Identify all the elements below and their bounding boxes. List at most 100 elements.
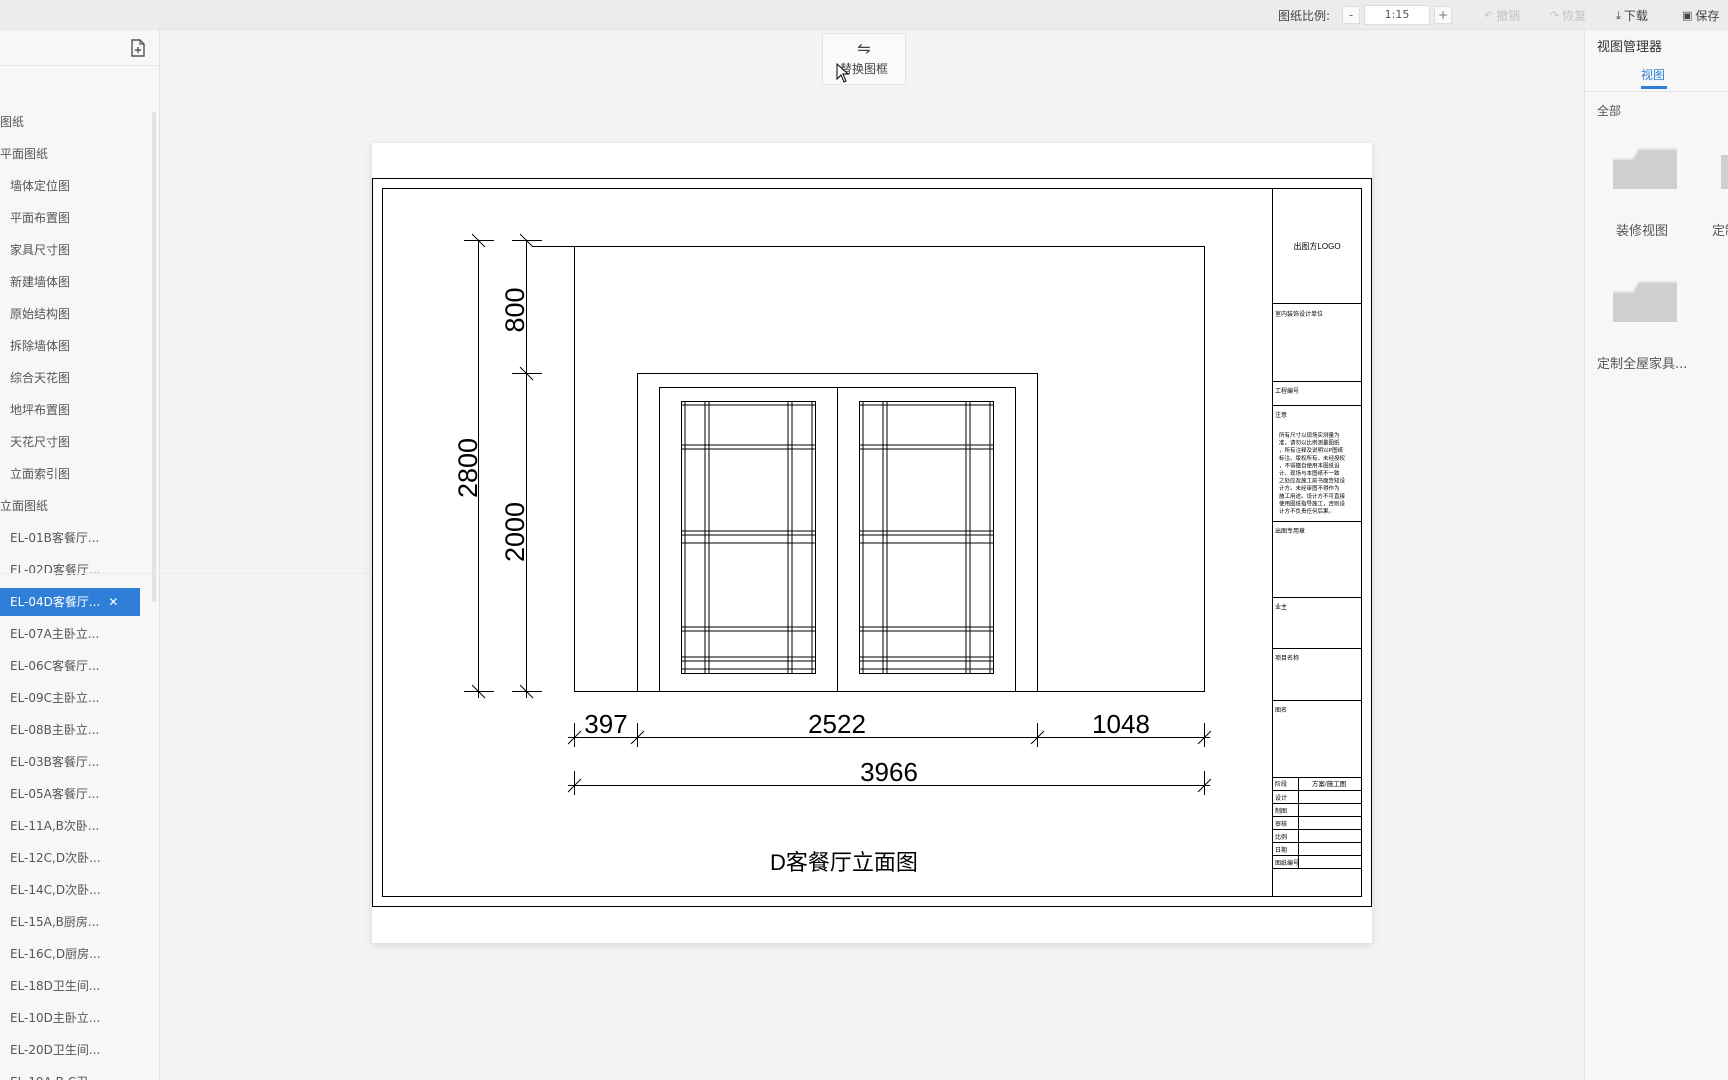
- redo-icon: ↷: [1550, 9, 1560, 22]
- tree-item-label: EL-06C客餐厅...: [10, 659, 100, 673]
- tree-group[interactable]: 图纸: [0, 108, 24, 136]
- tab-views[interactable]: 视图: [1641, 66, 1665, 83]
- tb-note-line: ，所有注释及说明以P图纸: [1279, 446, 1344, 454]
- tree-item[interactable]: 地坪布置图: [0, 396, 140, 424]
- tree-item[interactable]: EL-01B客餐厅...: [0, 524, 140, 552]
- tb-row-label: 比例: [1275, 833, 1287, 841]
- tree-item-label: EL-14C,D次卧...: [10, 883, 101, 897]
- tree-item-label: 综合天花图: [10, 371, 71, 385]
- scale-input[interactable]: 1:15: [1364, 5, 1430, 25]
- tree-item-label: 原始结构图: [10, 307, 71, 321]
- folder-label-custom[interactable]: 定制: [1712, 220, 1728, 239]
- drawing-list-sidebar: 图纸平面图纸墙体定位图平面布置图家具尺寸图新建墙体图原始结构图拆除墙体图综合天花…: [0, 30, 160, 1080]
- tree-item[interactable]: EL-03B客餐厅...: [0, 748, 140, 776]
- tree-item-label: 家具尺寸图: [10, 243, 71, 257]
- tree-item[interactable]: EL-07A主卧立...: [0, 620, 140, 648]
- tb-note-line: 计。现场与本图纸不一致: [1279, 469, 1340, 477]
- tree-item[interactable]: EL-11A,B次卧...: [0, 812, 140, 840]
- mouse-cursor-icon: [836, 63, 850, 83]
- tree-item[interactable]: 墙体定位图: [0, 172, 140, 200]
- dim-right-width: 1048: [1092, 709, 1150, 739]
- top-toolbar: 图纸比例: - 1:15 + ↶ 撤销 ↷ 恢复 ⤓ 下载 ▣ 保存: [0, 0, 1728, 30]
- tree-item[interactable]: EL-02D客餐厅...: [0, 556, 140, 584]
- tree-item[interactable]: EL-04D客餐厅... ✕: [0, 588, 140, 616]
- tree-item[interactable]: 综合天花图: [0, 364, 140, 392]
- filter-all[interactable]: 全部: [1597, 102, 1621, 119]
- tree-item-label: EL-09C主卧立...: [10, 691, 100, 705]
- right-door-panel: [859, 401, 994, 674]
- tree-item[interactable]: EL-12C,D次卧...: [0, 844, 140, 872]
- tree-item[interactable]: EL-19A,B,C卫...: [0, 1068, 140, 1080]
- view-manager-title: 视图管理器: [1597, 40, 1663, 55]
- tree-item-label: 平面布置图: [10, 211, 71, 225]
- tree-item[interactable]: EL-05A客餐厅...: [0, 780, 140, 808]
- tree-item[interactable]: 原始结构图: [0, 300, 140, 328]
- new-file-icon[interactable]: [130, 39, 146, 57]
- folder-icon[interactable]: [1613, 145, 1677, 193]
- tb-drawing-name: 图名: [1275, 706, 1287, 714]
- tree-item[interactable]: EL-08B主卧立...: [0, 716, 140, 744]
- tree-item[interactable]: 立面索引图: [0, 460, 140, 488]
- tb-note-line: 所有尺寸以现场实测量为: [1279, 431, 1340, 439]
- tree-item[interactable]: EL-15A,B厨房...: [0, 908, 140, 936]
- undo-label: 撤销: [1496, 9, 1521, 23]
- download-button[interactable]: ⤓ 下载: [1616, 7, 1648, 24]
- close-icon[interactable]: ✕: [108, 588, 118, 616]
- undo-icon: ↶: [1484, 9, 1494, 22]
- tb-note-line: 之处应及施工前书面告知设: [1279, 477, 1346, 485]
- tb-note-line: 标注。版权所有，未经授权: [1279, 454, 1346, 462]
- dim-lower-height: 2000: [500, 502, 530, 562]
- tree-item[interactable]: 平面布置图: [0, 204, 140, 232]
- redo-label: 恢复: [1562, 9, 1587, 23]
- tree-item[interactable]: 新建墙体图: [0, 268, 140, 296]
- dim-upper-height: 800: [500, 287, 530, 332]
- tree-item[interactable]: 家具尺寸图: [0, 236, 140, 264]
- tree-item-label: 天花尺寸图: [10, 435, 71, 449]
- folder-icon[interactable]: [1721, 145, 1728, 193]
- tree-item[interactable]: EL-09C主卧立...: [0, 684, 140, 712]
- tree-group[interactable]: 平面图纸: [0, 140, 48, 168]
- tree-item[interactable]: EL-18D卫生间...: [0, 972, 140, 1000]
- tree-item[interactable]: EL-10D主卧立...: [0, 1004, 140, 1032]
- tree-item-label: EL-15A,B厨房...: [10, 915, 100, 929]
- tree-item[interactable]: EL-06C客餐厅...: [0, 652, 140, 680]
- tree-item[interactable]: 拆除墙体图: [0, 332, 140, 360]
- tree-group[interactable]: 立面图纸: [0, 492, 48, 520]
- tree-item-label: EL-11A,B次卧...: [10, 819, 100, 833]
- tree-item-label: EL-05A客餐厅...: [10, 787, 100, 801]
- download-label: 下载: [1623, 9, 1648, 23]
- tree-item-label: 立面图纸: [0, 499, 49, 513]
- redo-button[interactable]: ↷ 恢复: [1550, 7, 1586, 24]
- sidebar-header: [0, 30, 159, 66]
- tree-item[interactable]: EL-20D卫生间...: [0, 1036, 140, 1064]
- drawing-paper[interactable]: 2800 800 2000 397 2522 1048 3966 D客餐厅立面图…: [372, 143, 1372, 943]
- tree-item-label: 新建墙体图: [10, 275, 71, 289]
- replace-frame-button[interactable]: ⇋ 替换图框: [822, 33, 906, 85]
- tb-row-label: 图纸编号: [1275, 859, 1299, 867]
- save-label: 保存: [1695, 9, 1720, 23]
- tree-item-label: EL-04D客餐厅...: [10, 595, 101, 609]
- save-button[interactable]: ▣ 保存: [1682, 7, 1719, 24]
- dim-total-height: 2800: [453, 438, 483, 498]
- tree-item[interactable]: EL-14C,D次卧...: [0, 876, 140, 904]
- tb-design-unit: 室内装饰设计单位: [1275, 310, 1323, 318]
- tb-note-line: 施工用途。设计方不可直接: [1279, 492, 1346, 500]
- undo-button[interactable]: ↶ 撤销: [1484, 7, 1520, 24]
- tree-item[interactable]: 天花尺寸图: [0, 428, 140, 456]
- scale-increase-button[interactable]: +: [1434, 6, 1452, 24]
- tb-row-label: 设计: [1275, 794, 1287, 802]
- folder-label-custom-furniture[interactable]: 定制全屋家具...: [1597, 353, 1687, 372]
- scale-decrease-button[interactable]: -: [1342, 6, 1360, 24]
- wall-outline: [574, 246, 1205, 692]
- folder-icon[interactable]: [1613, 278, 1677, 326]
- tree-item-label: EL-18D卫生间...: [10, 979, 101, 993]
- tab-active-indicator: [1641, 86, 1667, 89]
- sidebar-scrollbar[interactable]: [152, 112, 156, 602]
- tb-drawing-owner: 出图专用章: [1275, 527, 1305, 535]
- tree-item-label: EL-20D卫生间...: [10, 1043, 101, 1057]
- tree-item-label: EL-16C,D厨房...: [10, 947, 101, 961]
- folder-label-decoration[interactable]: 装修视图: [1616, 220, 1668, 239]
- tb-note-line: 使用图纸指导施工，否则设: [1279, 499, 1346, 507]
- tree-item[interactable]: EL-16C,D厨房...: [0, 940, 140, 968]
- tree-item-label: 立面索引图: [10, 467, 71, 481]
